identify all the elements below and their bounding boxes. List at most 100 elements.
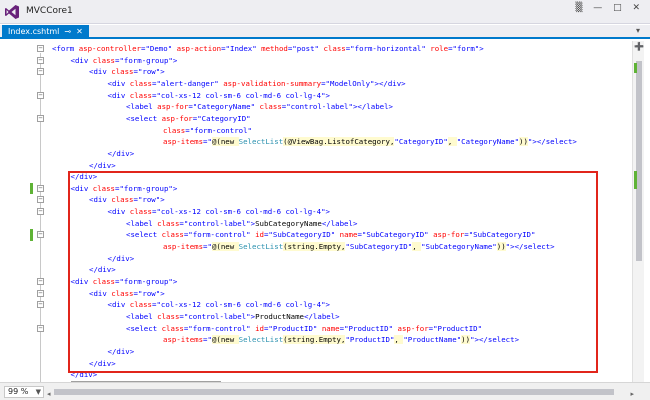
document-tab-bar: Index.cshtml ⊸ ✕ ▾	[0, 25, 650, 39]
title-bar: MVCCore1 ▒ — □ ✕	[0, 0, 650, 24]
code-token: asp-controller	[78, 44, 141, 53]
code-line[interactable]: <form asp-controller="Demo" asp-action="…	[52, 43, 484, 54]
code-token: asp-for	[161, 113, 193, 123]
horizontal-scroll-thumb[interactable]	[54, 389, 614, 395]
tab-index-cshtml[interactable]: Index.cshtml ⊸ ✕	[2, 25, 89, 39]
fold-toggle-icon[interactable]: −	[37, 184, 44, 192]
fold-toggle-icon[interactable]: −	[37, 196, 44, 204]
fold-toggle-icon[interactable]: −	[37, 114, 44, 122]
fold-toggle-icon[interactable]: −	[37, 68, 44, 76]
code-token: ="ModelOnly"></div>	[321, 78, 406, 88]
split-editor-icon[interactable]: ➕	[634, 42, 644, 51]
code-line[interactable]: <div class="form-group">	[71, 55, 178, 66]
zoom-level-select[interactable]: 99 % ▼	[4, 386, 44, 398]
window-controls[interactable]: ▒ — □ ✕	[575, 3, 644, 13]
code-token: "CategoryName"	[456, 137, 520, 147]
scroll-right-icon[interactable]: ▸	[630, 390, 634, 398]
code-token: class	[163, 125, 186, 135]
close-icon[interactable]: ✕	[76, 25, 83, 39]
code-token: class	[323, 44, 346, 53]
code-token: ="form-control"	[185, 125, 252, 135]
chevron-down-icon: ▼	[35, 388, 41, 396]
fold-toggle-icon[interactable]: −	[37, 301, 44, 309]
code-token: method	[261, 44, 288, 53]
code-token: class	[111, 67, 134, 77]
code-token: ="form-group">	[115, 55, 178, 65]
vertical-scroll-thumb[interactable]	[636, 61, 642, 261]
code-line[interactable]: </div>	[108, 148, 135, 159]
code-token: ="Index"	[221, 44, 262, 53]
code-token: asp-items	[163, 137, 204, 147]
scroll-left-icon[interactable]: ◂	[47, 390, 51, 398]
code-token: </div>	[107, 148, 135, 158]
change-marker	[634, 63, 637, 73]
fold-toggle-icon[interactable]: −	[37, 45, 44, 52]
code-line[interactable]: asp-items="@(new SelectList(@ViewBag.Lis…	[163, 136, 577, 147]
fold-toggle-icon[interactable]: −	[37, 231, 44, 239]
horizontal-scrollbar[interactable]: ◂ ▸	[47, 387, 634, 398]
fold-toggle-icon[interactable]: −	[37, 56, 44, 64]
code-token: </div>	[89, 160, 116, 170]
code-line[interactable]: class="form-control"	[163, 125, 252, 136]
code-token: ))	[519, 137, 528, 147]
app-title: MVCCore1	[26, 6, 73, 16]
code-token: ="col-xs-12 col-sm-6 col-md-6 col-lg-4">	[152, 90, 330, 100]
code-token: <select	[126, 113, 162, 123]
code-token: "></select>	[527, 137, 577, 147]
code-line[interactable]: <select asp-for="CategoryID"	[126, 113, 251, 124]
fold-toggle-icon[interactable]: −	[37, 278, 44, 285]
highlight-box	[68, 171, 598, 373]
code-token: <div	[70, 55, 93, 65]
code-token: class	[92, 55, 115, 65]
code-token: SelectList	[238, 137, 284, 147]
change-marker	[634, 171, 637, 189]
code-editor[interactable]: −−−−−−−−−−−−−+ <form asp-controller="Dem…	[0, 41, 650, 382]
tab-overflow-icon[interactable]: ▾	[636, 26, 640, 35]
zoom-level-value: 99 %	[8, 387, 29, 396]
code-token: asp-for	[157, 102, 189, 112]
fold-toggle-icon[interactable]: −	[37, 91, 44, 99]
code-token: <label	[126, 102, 158, 112]
code-token: class	[259, 102, 282, 112]
editor-gutter: −−−−−−−−−−−−−+	[0, 41, 48, 382]
code-token: ="control-label"></label>	[281, 102, 394, 112]
pin-icon[interactable]: ⊸	[64, 25, 71, 39]
code-line[interactable]: <div class="alert-danger" asp-validation…	[108, 78, 406, 89]
code-line[interactable]: <div class="col-xs-12 col-sm-6 col-md-6 …	[108, 90, 330, 101]
code-token: ="alert-danger"	[152, 78, 224, 88]
code-token: ,	[447, 137, 457, 147]
code-token: ="CategoryName"	[188, 102, 260, 112]
fold-toggle-icon[interactable]: −	[37, 324, 44, 332]
code-token: ="post"	[287, 44, 324, 53]
code-line[interactable]: <div class="row">	[89, 66, 165, 77]
code-line[interactable]: </div>	[89, 160, 116, 171]
code-token: "CategoryID"	[394, 137, 448, 147]
code-token: asp-action	[176, 44, 222, 53]
fold-toggle-icon[interactable]: −	[37, 208, 44, 216]
fold-guide-line	[40, 53, 41, 382]
code-token: ="Demo"	[141, 44, 177, 53]
fold-toggle-icon[interactable]: −	[37, 289, 44, 297]
code-token: ="CategoryID"	[192, 113, 251, 123]
code-token: <div	[89, 67, 112, 77]
editor-bottom-bar: 99 % ▼ ◂ ▸	[0, 382, 650, 400]
code-token: ="	[203, 137, 212, 147]
code-token: ="form-horizontal"	[345, 44, 431, 53]
code-token: (@ViewBag.ListofCategory,	[283, 137, 395, 147]
code-token: class	[129, 78, 152, 88]
code-token: @(new	[211, 137, 239, 147]
tab-label: Index.cshtml	[8, 27, 60, 36]
code-token: <div	[107, 90, 130, 100]
code-token: ="row">	[133, 67, 165, 77]
visual-studio-logo-icon	[5, 5, 19, 19]
code-line[interactable]: <label asp-for="CategoryName" class="con…	[126, 101, 393, 112]
change-indicator	[30, 229, 33, 242]
code-token: class	[129, 90, 152, 100]
vertical-scrollbar[interactable]	[632, 41, 644, 382]
code-token: <form	[52, 44, 79, 53]
code-token: ="form">	[448, 44, 484, 53]
code-token: role	[430, 44, 449, 53]
code-token: asp-validation-summary	[223, 78, 322, 88]
code-token: <div	[107, 78, 130, 88]
change-indicator	[30, 182, 33, 195]
